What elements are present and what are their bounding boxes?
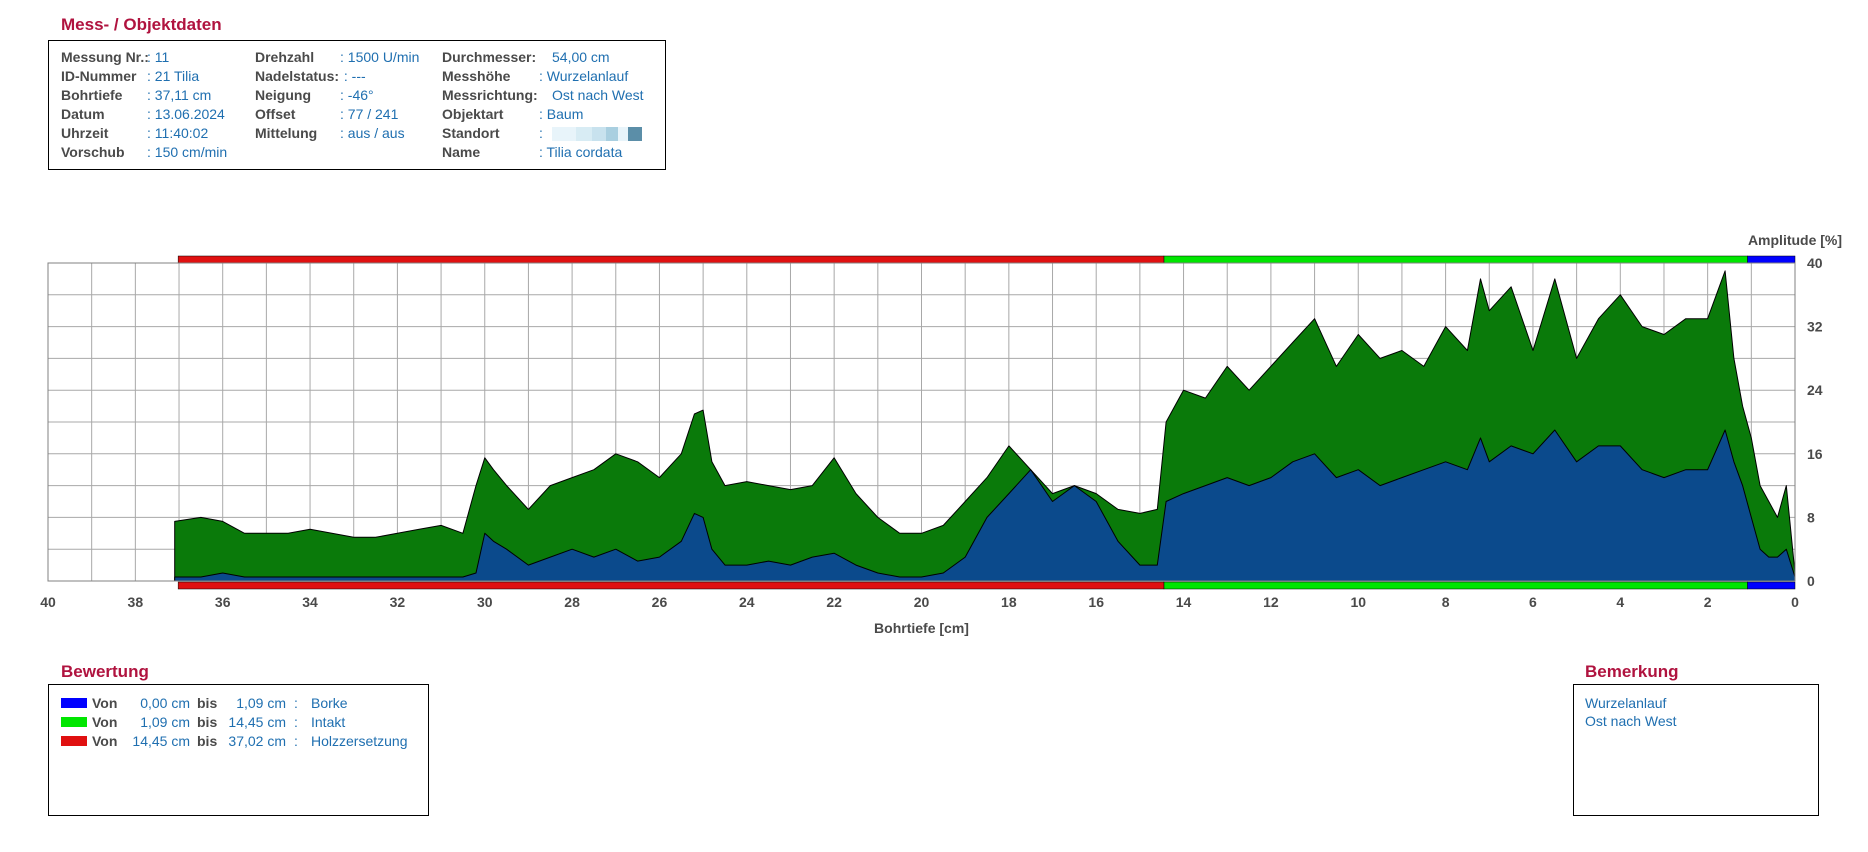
- legend-swatch: [61, 717, 87, 727]
- x-tick-label: 0: [1791, 594, 1799, 610]
- evaluation-text: Intakt: [311, 714, 346, 730]
- bemerkung-line: Wurzelanlauf: [1585, 695, 1667, 711]
- y-tick-label: 8: [1807, 509, 1815, 525]
- x-tick-label: 4: [1616, 594, 1624, 610]
- x-tick-label: 2: [1704, 594, 1712, 610]
- x-tick-label: 18: [1001, 594, 1017, 610]
- x-tick-label: 26: [652, 594, 668, 610]
- y-tick-label: 24: [1807, 382, 1823, 398]
- y-tick-label: 16: [1807, 446, 1823, 462]
- x-tick-label: 30: [477, 594, 493, 610]
- amplitude-chart: 40 38 36 34 32 30 28 26 24 22 20 18 16 14 12 10 8 6 4 2 0 08…: [40, 232, 1842, 636]
- zone-bar-bottom-segment: [1163, 581, 1748, 590]
- x-tick-label: 24: [739, 594, 755, 610]
- zone-bar-top-segment: [1747, 255, 1796, 264]
- x-tick-label: 32: [390, 594, 406, 610]
- evaluation-text: Holzzersetzung: [311, 733, 408, 749]
- x-axis-label: Bohrtiefe [cm]: [874, 620, 969, 636]
- bemerkung-title: Bemerkung: [1585, 662, 1679, 681]
- zone-bar-bottom-segment: [177, 581, 1165, 590]
- y-tick-label: 32: [1807, 319, 1823, 335]
- legend-swatch: [61, 736, 87, 746]
- x-tick-label: 40: [40, 594, 56, 610]
- range-from: 0,00 cm: [140, 695, 190, 711]
- range-colon: :: [294, 733, 298, 749]
- zone-bar-bottom: [177, 581, 1796, 590]
- x-tick-label: 20: [914, 594, 930, 610]
- zone-bar-top: [177, 255, 1796, 264]
- y-axis-label: Amplitude [%]: [1748, 232, 1842, 248]
- chart-areas: [174, 270, 1796, 582]
- zone-bar-top-segment: [177, 255, 1165, 264]
- x-tick-label: 28: [564, 594, 580, 610]
- bewertung-title: Bewertung: [61, 662, 149, 681]
- x-tick-label: 10: [1350, 594, 1366, 610]
- range-from: 1,09 cm: [140, 714, 190, 730]
- x-tick-label: 14: [1176, 594, 1192, 610]
- bemerkung-line: Ost nach West: [1585, 713, 1677, 729]
- x-tick-label: 16: [1088, 594, 1104, 610]
- range-to: 1,09 cm: [236, 695, 286, 711]
- x-tick-label: 34: [302, 594, 318, 610]
- x-tick-label: 38: [128, 594, 144, 610]
- x-tick-label: 6: [1529, 594, 1537, 610]
- range-to: 37,02 cm: [228, 733, 286, 749]
- x-tick-label: 22: [826, 594, 842, 610]
- y-tick-label: 40: [1807, 255, 1823, 271]
- zone-bar-bottom-segment: [1747, 581, 1796, 590]
- range-to: 14,45 cm: [228, 714, 286, 730]
- x-tick-label: 36: [215, 594, 231, 610]
- x-tick-label: 12: [1263, 594, 1279, 610]
- y-tick-labels: 0 8 16 24 32 40: [1807, 255, 1823, 589]
- evaluation-text: Borke: [311, 695, 348, 711]
- x-tick-label: 8: [1442, 594, 1450, 610]
- range-colon: :: [294, 695, 298, 711]
- range-from: 14,45 cm: [132, 733, 190, 749]
- legend-swatch: [61, 698, 87, 708]
- range-colon: :: [294, 714, 298, 730]
- zone-bar-top-segment: [1163, 255, 1748, 264]
- x-tick-labels: 40 38 36 34 32 30 28 26 24 22 20 18 16 14 12 10 8 6 4 2 0: [40, 594, 1799, 610]
- y-tick-label: 0: [1807, 573, 1815, 589]
